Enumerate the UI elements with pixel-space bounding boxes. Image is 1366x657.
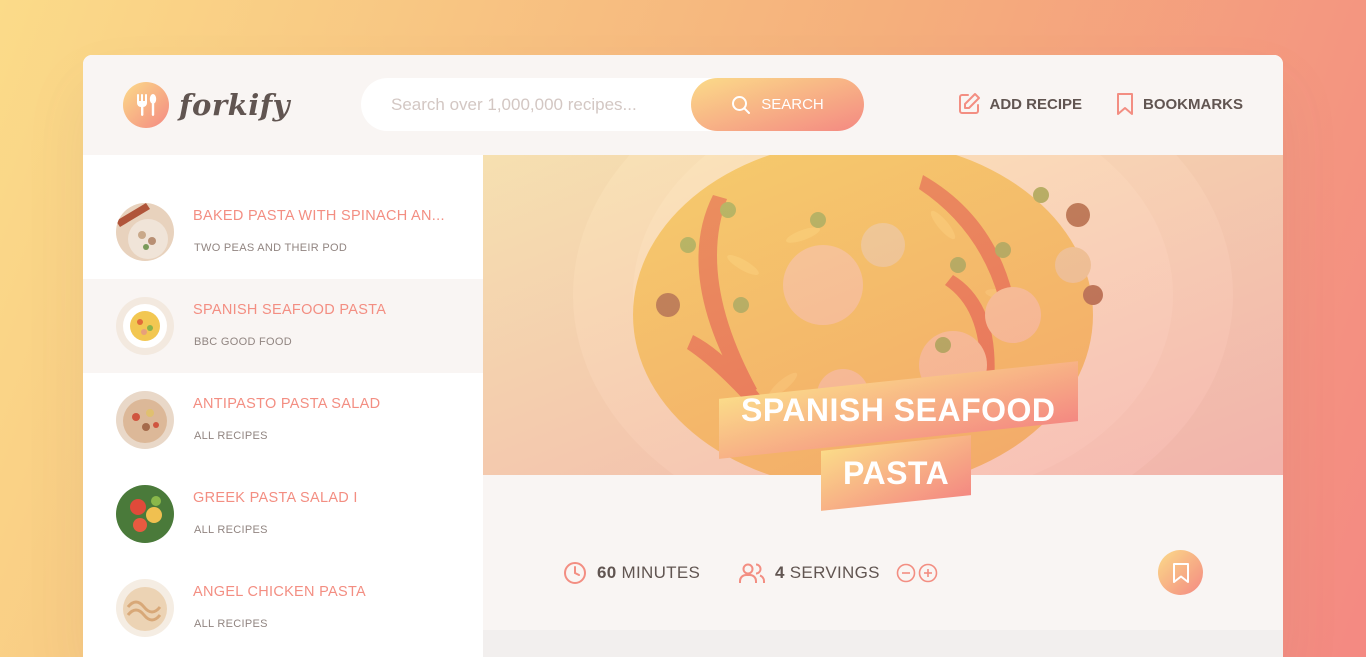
search-button[interactable]: SEARCH — [691, 78, 864, 131]
users-icon — [739, 563, 765, 583]
add-recipe-label: ADD RECIPE — [989, 95, 1082, 113]
recipe-thumbnail — [116, 297, 174, 355]
result-publisher: ALL RECIPES — [194, 618, 268, 630]
list-item[interactable]: BAKED PASTA WITH SPINACH AN... TWO PEAS … — [83, 185, 483, 279]
result-title: ANGEL CHICKEN PASTA — [193, 584, 367, 600]
bookmarks-button[interactable]: BOOKMARKS — [1115, 92, 1243, 116]
servings-value: 4 — [775, 563, 785, 582]
result-publisher: TWO PEAS AND THEIR POD — [194, 242, 348, 254]
bookmark-icon — [1117, 93, 1133, 115]
minutes-label: MINUTES — [621, 563, 701, 582]
servings-label: SERVINGS — [789, 563, 880, 582]
servings: 4 SERVINGS — [739, 561, 938, 585]
clock-icon — [564, 562, 586, 584]
bookmark-recipe-button[interactable] — [1158, 550, 1203, 595]
result-publisher: ALL RECIPES — [194, 524, 268, 536]
bookmark-icon — [1172, 562, 1189, 583]
brand-name: forkify — [179, 88, 291, 122]
search-icon — [732, 95, 751, 114]
minus-circle-icon[interactable] — [896, 563, 916, 583]
servings-stepper — [896, 563, 938, 583]
recipe-thumbnail — [116, 579, 174, 637]
app-container: forkify SEARCH ADD RECIPE — [83, 55, 1283, 657]
result-title: SPANISH SEAFOOD PASTA — [193, 302, 387, 318]
fork-spoon-icon — [123, 82, 169, 128]
minutes-value: 60 — [597, 563, 617, 582]
cooking-time: 60 MINUTES — [563, 561, 700, 585]
search-form: SEARCH — [361, 78, 864, 131]
add-recipe-button[interactable]: ADD RECIPE — [957, 92, 1082, 116]
header: forkify SEARCH ADD RECIPE — [83, 55, 1283, 155]
list-item[interactable]: GREEK PASTA SALAD I ALL RECIPES — [83, 467, 483, 561]
result-title: GREEK PASTA SALAD I — [193, 490, 358, 506]
search-input[interactable] — [391, 94, 701, 115]
result-title: ANTIPASTO PASTA SALAD — [193, 396, 381, 412]
list-item[interactable]: ANGEL CHICKEN PASTA ALL RECIPES — [83, 561, 483, 655]
search-button-label: SEARCH — [761, 96, 824, 113]
list-item[interactable]: SPANISH SEAFOOD PASTA BBC GOOD FOOD — [83, 279, 483, 373]
recipe-thumbnail — [116, 485, 174, 543]
logo[interactable]: forkify — [123, 82, 290, 128]
ingredients-section — [483, 630, 1283, 657]
search-results-list: BAKED PASTA WITH SPINACH AN... TWO PEAS … — [83, 155, 483, 657]
list-item[interactable]: ANTIPASTO PASTA SALAD ALL RECIPES — [83, 373, 483, 467]
recipe-thumbnail — [116, 391, 174, 449]
plus-circle-icon[interactable] — [918, 563, 938, 583]
recipe-thumbnail — [116, 203, 174, 261]
edit-icon — [959, 93, 981, 114]
main-nav: ADD RECIPE BOOKMARKS — [957, 92, 1243, 116]
result-title: BAKED PASTA WITH SPINACH AN... — [193, 208, 445, 224]
result-publisher: ALL RECIPES — [194, 430, 268, 442]
bookmarks-label: BOOKMARKS — [1143, 95, 1243, 113]
recipe-details: 60 MINUTES 4 SERVINGS — [483, 475, 1283, 630]
result-publisher: BBC GOOD FOOD — [194, 336, 293, 348]
recipe-view: SPANISH SEAFOOD PASTA 60 MINUTES 4 SERVI… — [483, 155, 1283, 657]
